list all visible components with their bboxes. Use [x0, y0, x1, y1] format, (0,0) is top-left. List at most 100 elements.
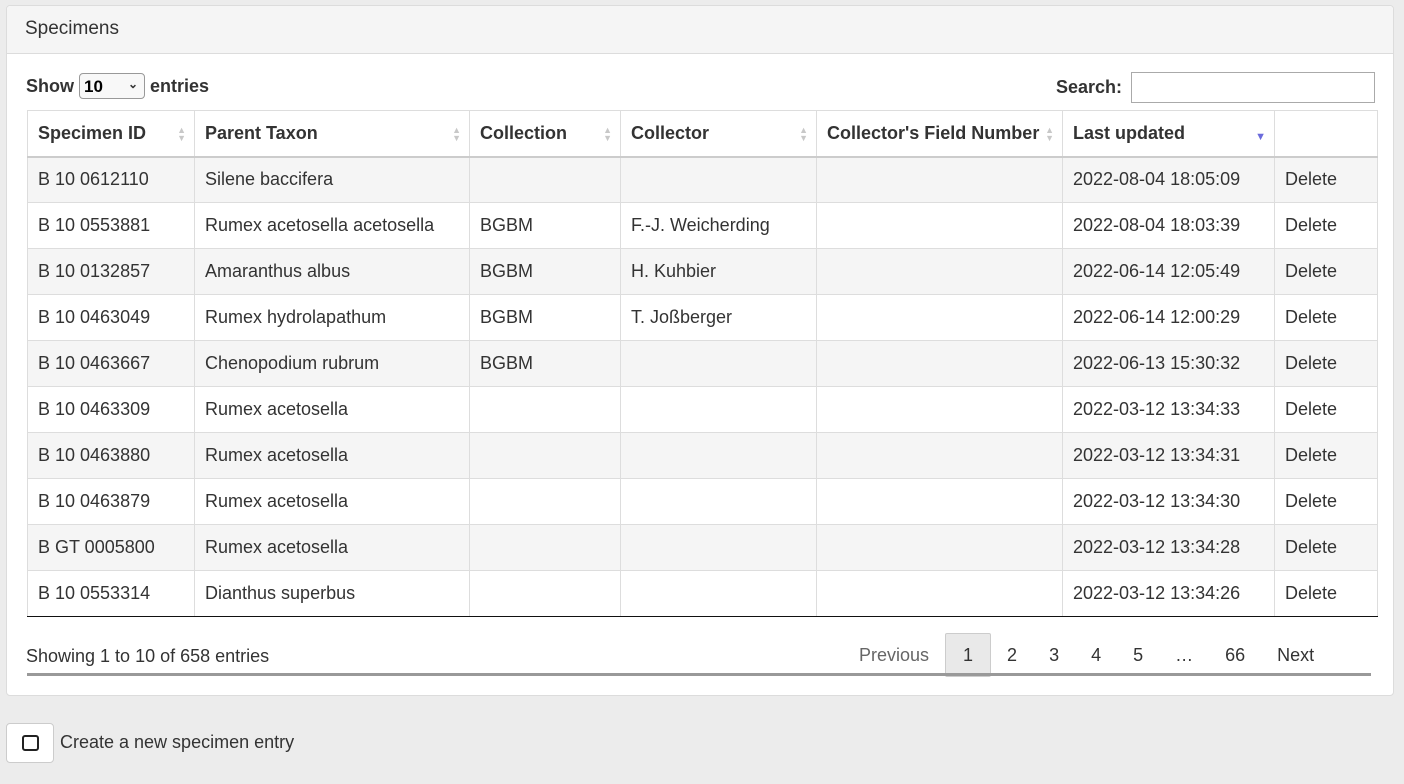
column-header-collector[interactable]: Collector ▲ ▼ — [620, 110, 817, 158]
cell-last-updated: 2022-08-04 18:03:39 — [1062, 202, 1275, 249]
cell-last-updated: 2022-03-12 13:34:26 — [1062, 570, 1275, 617]
cell-collection — [469, 570, 621, 617]
table-row: B 10 0463309 Rumex acetosella 2022-03-12 1… — [27, 386, 1378, 433]
sort-icon: ▲ ▼ — [452, 125, 461, 143]
horizontal-scrollbar[interactable] — [27, 673, 1371, 676]
column-header-collection[interactable]: Collection ▲ ▼ — [469, 110, 621, 158]
delete-link[interactable]: Delete — [1274, 570, 1378, 617]
page-button-3[interactable]: 3 — [1033, 633, 1075, 677]
search-label: Search: — [1055, 77, 1122, 97]
cell-parent-taxon: Rumex acetosella acetosella — [194, 202, 470, 249]
cell-last-updated: 2022-03-12 13:34:33 — [1062, 386, 1275, 433]
entries-length-control: Show 10 ⌄ entries — [26, 73, 209, 99]
cell-last-updated: 2022-06-14 12:05:49 — [1062, 248, 1275, 295]
cell-collection — [469, 524, 621, 571]
page-button-4[interactable]: 4 — [1075, 633, 1117, 677]
cell-specimen-id: B 10 0612110 — [27, 156, 195, 203]
page-button-2[interactable]: 2 — [991, 633, 1033, 677]
delete-link[interactable]: Delete — [1274, 202, 1378, 249]
cell-field-number — [816, 248, 1063, 295]
cell-specimen-id: B 10 0463880 — [27, 432, 195, 479]
delete-link[interactable]: Delete — [1274, 386, 1378, 433]
table-info: Showing 1 to 10 of 658 entries — [26, 646, 270, 666]
new-specimen-button[interactable] — [6, 723, 54, 763]
column-header-parent-taxon[interactable]: Parent Taxon ▲ ▼ — [194, 110, 470, 158]
cell-last-updated: 2022-06-14 12:00:29 — [1062, 294, 1275, 341]
entries-per-page-select[interactable]: 10 — [79, 73, 145, 99]
search-input[interactable] — [1131, 72, 1375, 103]
cell-collection — [469, 432, 621, 479]
cell-field-number — [816, 340, 1063, 387]
cell-collection — [469, 386, 621, 433]
cell-last-updated: 2022-03-12 13:34:30 — [1062, 478, 1275, 525]
table-row: B 10 0132857 Amaranthus albus BGBM H. Kuhbi… — [27, 248, 1378, 295]
table-row: B 10 0463667 Chenopodium rubrum BGBM 2022-0… — [27, 340, 1378, 387]
cell-collector — [620, 156, 817, 203]
specimens-panel: Specimens Show 10 ⌄ entries Search: Spec… — [6, 5, 1394, 696]
page-button-5[interactable]: 5 — [1117, 633, 1159, 677]
sort-icon: ▲ ▼ — [1045, 125, 1054, 143]
page-button-1[interactable]: 1 — [945, 633, 992, 677]
cell-collection: BGBM — [469, 202, 621, 249]
cell-field-number — [816, 570, 1063, 617]
sort-icon: ▲ ▼ — [603, 125, 612, 143]
next-page-button[interactable]: Next — [1261, 633, 1330, 677]
cell-last-updated: 2022-06-13 15:30:32 — [1062, 340, 1275, 387]
table-row: B 10 0553314 Dianthus superbus 2022-03-12 … — [27, 570, 1378, 617]
cell-collector: F.-J. Weicherding — [620, 202, 817, 249]
entries-label: entries — [150, 75, 210, 96]
column-header-last-updated[interactable]: Last updated ▼ — [1062, 110, 1275, 158]
cell-last-updated: 2022-08-04 18:05:09 — [1062, 156, 1275, 203]
cell-specimen-id: B 10 0132857 — [27, 248, 195, 295]
cell-field-number — [816, 386, 1063, 433]
cell-collector — [620, 478, 817, 525]
delete-link[interactable]: Delete — [1274, 524, 1378, 571]
cell-collector — [620, 386, 817, 433]
delete-link[interactable]: Delete — [1274, 432, 1378, 479]
column-header-field-number[interactable]: Collector's Field Number ▲ ▼ — [816, 110, 1063, 158]
specimens-table: Specimen ID ▲ ▼ Parent Taxon ▲ ▼ Collection ▲… — [27, 110, 1378, 617]
cell-parent-taxon: Rumex acetosella — [194, 524, 470, 571]
previous-page-button[interactable]: Previous — [843, 633, 945, 677]
cell-collector: T. Joßberger — [620, 294, 817, 341]
cell-specimen-id: B 10 0463879 — [27, 478, 195, 525]
cell-specimen-id: B 10 0553881 — [27, 202, 195, 249]
cell-collector — [620, 340, 817, 387]
table-header-row: Specimen ID ▲ ▼ Parent Taxon ▲ ▼ Collection ▲… — [27, 110, 1378, 158]
sort-desc-icon: ▼ — [1255, 131, 1266, 143]
page-button-66[interactable]: 66 — [1209, 633, 1261, 677]
square-icon — [21, 735, 39, 751]
cell-collector — [620, 524, 817, 571]
table-row: B GT 0005800 Rumex acetosella 2022-03-12 1… — [27, 524, 1378, 571]
column-header-specimen-id[interactable]: Specimen ID ▲ ▼ — [27, 110, 195, 158]
panel-title: Specimens — [7, 6, 1393, 54]
cell-specimen-id: B GT 0005800 — [27, 524, 195, 571]
cell-last-updated: 2022-03-12 13:34:31 — [1062, 432, 1275, 479]
cell-parent-taxon: Chenopodium rubrum — [194, 340, 470, 387]
cell-collection: BGBM — [469, 340, 621, 387]
cell-parent-taxon: Rumex acetosella — [194, 386, 470, 433]
delete-link[interactable]: Delete — [1274, 340, 1378, 387]
table-row: B 10 0463879 Rumex acetosella 2022-03-12 1… — [27, 478, 1378, 525]
delete-link[interactable]: Delete — [1274, 294, 1378, 341]
pagination-ellipsis: … — [1175, 644, 1194, 665]
cell-field-number — [816, 432, 1063, 479]
cell-field-number — [816, 202, 1063, 249]
cell-field-number — [816, 294, 1063, 341]
delete-link[interactable]: Delete — [1274, 248, 1378, 295]
cell-last-updated: 2022-03-12 13:34:28 — [1062, 524, 1275, 571]
cell-specimen-id: B 10 0463049 — [27, 294, 195, 341]
table-row: B 10 0463049 Rumex hydrolapathum BGBM T. Jo… — [27, 294, 1378, 341]
cell-field-number — [816, 156, 1063, 203]
cell-specimen-id: B 10 0463667 — [27, 340, 195, 387]
cell-parent-taxon: Silene baccifera — [194, 156, 470, 203]
delete-link[interactable]: Delete — [1274, 478, 1378, 525]
cell-collection: BGBM — [469, 294, 621, 341]
cell-parent-taxon: Rumex hydrolapathum — [194, 294, 470, 341]
cell-collector: H. Kuhbier — [620, 248, 817, 295]
delete-link[interactable]: Delete — [1274, 156, 1378, 203]
table-row: B 10 0463880 Rumex acetosella 2022-03-12 1… — [27, 432, 1378, 479]
pagination: Previous 1 2 3 4 5 … 66 Next — [843, 633, 1330, 677]
cell-collection: BGBM — [469, 248, 621, 295]
cell-specimen-id: B 10 0463309 — [27, 386, 195, 433]
